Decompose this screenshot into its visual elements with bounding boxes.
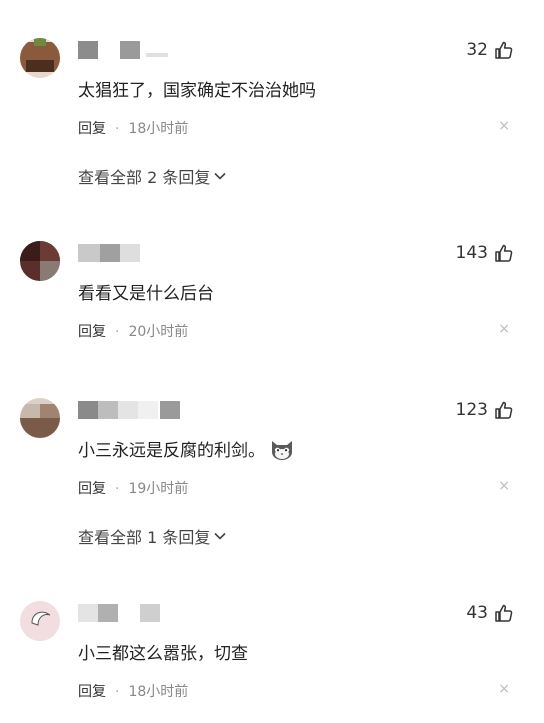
like-count: 143 xyxy=(455,243,488,263)
thumbs-up-icon[interactable] xyxy=(494,243,514,263)
expand-replies-button[interactable]: 查看全部 1 条回复 xyxy=(78,524,226,548)
timestamp: 20小时前 xyxy=(128,324,189,340)
timestamp: 18小时前 xyxy=(128,121,189,137)
close-icon[interactable]: × xyxy=(498,321,510,337)
username-redacted[interactable] xyxy=(78,244,198,262)
reply-button[interactable]: 回复 xyxy=(78,324,106,340)
comment-text: 太猖狂了，国家确定不治治她吗 xyxy=(78,81,316,101)
expand-replies-label: 查看全部 2 条回复 xyxy=(78,168,211,187)
separator-dot: · xyxy=(115,481,120,497)
reply-button[interactable]: 回复 xyxy=(78,481,106,497)
avatar[interactable] xyxy=(20,38,60,78)
avatar[interactable] xyxy=(20,601,60,641)
close-icon[interactable]: × xyxy=(498,478,510,494)
close-icon[interactable]: × xyxy=(498,118,510,134)
like-count: 43 xyxy=(466,603,488,623)
like-control[interactable]: 143 xyxy=(456,241,514,265)
chevron-down-icon xyxy=(214,532,226,540)
like-control[interactable]: 32 xyxy=(466,38,514,62)
thumbs-up-icon[interactable] xyxy=(494,603,514,623)
expand-replies-button[interactable]: 查看全部 2 条回复 xyxy=(78,164,226,188)
comment-text: 小三都这么嚣张，切查 xyxy=(78,644,248,664)
username-redacted[interactable] xyxy=(78,401,198,419)
comment-meta: 回复 · 18小时前 xyxy=(78,118,188,138)
comment-meta: 回复 · 19小时前 xyxy=(78,478,188,498)
separator-dot: · xyxy=(115,121,120,137)
reply-button[interactable]: 回复 xyxy=(78,121,106,137)
comment-meta: 回复 · 18小时前 xyxy=(78,681,188,701)
avatar[interactable] xyxy=(20,241,60,281)
separator-dot: · xyxy=(115,324,120,340)
username-redacted[interactable] xyxy=(78,41,198,59)
comment-text: 小三永远是反腐的利剑。 xyxy=(78,436,295,461)
comment-text: 看看又是什么后台 xyxy=(78,284,214,304)
like-count: 123 xyxy=(455,400,488,420)
reply-button[interactable]: 回复 xyxy=(78,684,106,700)
separator-dot: · xyxy=(115,684,120,700)
thumbs-up-icon[interactable] xyxy=(494,400,514,420)
timestamp: 19小时前 xyxy=(128,481,189,497)
timestamp: 18小时前 xyxy=(128,684,189,700)
cat-face-emoji-icon xyxy=(272,441,292,460)
expand-replies-label: 查看全部 1 条回复 xyxy=(78,528,211,547)
avatar[interactable] xyxy=(20,398,60,438)
like-count: 32 xyxy=(466,40,488,60)
username-redacted[interactable] xyxy=(78,604,198,622)
comment-text-content: 小三永远是反腐的利剑。 xyxy=(78,441,265,461)
like-control[interactable]: 43 xyxy=(466,601,514,625)
close-icon[interactable]: × xyxy=(498,681,510,697)
comment-meta: 回复 · 20小时前 xyxy=(78,321,188,341)
chevron-down-icon xyxy=(214,172,226,180)
thumbs-up-icon[interactable] xyxy=(494,40,514,60)
like-control[interactable]: 123 xyxy=(456,398,514,422)
